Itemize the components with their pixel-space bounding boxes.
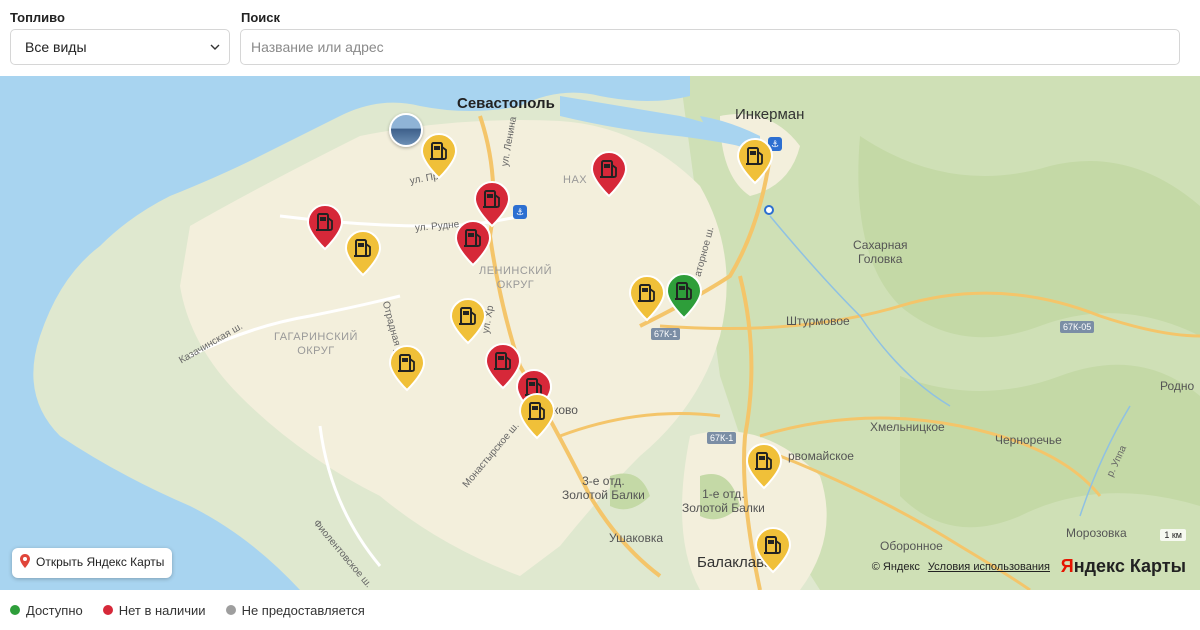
label-ushakovka: Ушаковка (609, 531, 664, 545)
legend-none-label: Нет в наличии (118, 602, 206, 618)
yandex-logo-letter: Я (1060, 556, 1074, 576)
fuel-pump-icon (454, 220, 492, 267)
bus-station-icon: ⚓ (513, 205, 527, 219)
label-rodnoe: Родно (1160, 379, 1195, 393)
fuel-select[interactable]: Все виды (10, 29, 230, 65)
fuel-pump-icon (754, 527, 792, 574)
label-pervomayskoe: рвомайское (788, 449, 854, 463)
location-pin-icon (20, 554, 30, 568)
open-yandex-maps-label: Открыть Яндекс Карты (36, 555, 165, 569)
label-chernorechye: Черноречье (995, 433, 1062, 447)
filters-bar: Топливо Все виды Поиск (0, 0, 1200, 76)
copyright: © Яндекс Условия использования (872, 561, 1050, 573)
fuel-pump-icon (665, 273, 703, 320)
yandex-logo-text: ндекс Карты (1073, 556, 1186, 576)
label-sakharnaya: Сахарная Головка (853, 238, 908, 266)
fuel-pump-icon (628, 275, 666, 322)
fuel-pump-icon (736, 138, 774, 185)
road-badge: 67К-1 (707, 432, 737, 444)
legend-none: Нет в наличии (102, 602, 206, 618)
fuel-station-pin-none[interactable] (305, 203, 345, 251)
fuel-pump-icon (344, 230, 382, 277)
label-nakhimovsky: НАХ (563, 174, 588, 186)
chevron-down-icon (210, 44, 220, 50)
fuel-station-pin-none[interactable] (453, 219, 493, 267)
label-sevastopol: Севастополь (457, 95, 555, 112)
photo-marker[interactable] (389, 113, 423, 147)
legend: Доступно Нет в наличии Не предоставляетс… (0, 590, 1200, 630)
label-zolotaya-3: 3-е отд. Золотой Балки (562, 474, 645, 502)
fuel-station-pin-partial[interactable] (343, 229, 383, 277)
terms-link[interactable]: Условия использования (928, 561, 1050, 573)
none-dot-icon (102, 605, 113, 615)
map[interactable]: Севастополь Инкерман Сахарная Головка Шту… (0, 76, 1200, 590)
fuel-pump-icon (518, 393, 556, 440)
legend-available-label: Доступно (26, 602, 83, 618)
fuel-station-pin-partial[interactable] (753, 526, 793, 574)
road-badge: 67К-1 (651, 328, 681, 340)
transit-stop-icon (764, 205, 774, 215)
legend-not-provided: Не предоставляется (225, 602, 365, 618)
fuel-station-pin-available[interactable] (664, 272, 704, 320)
fuel-pump-icon (388, 345, 426, 392)
label-inkerman: Инкерман (735, 106, 805, 123)
fuel-pump-icon (590, 151, 628, 198)
label-morozovka: Морозовка (1066, 526, 1127, 540)
fuel-station-pin-partial[interactable] (419, 132, 459, 180)
label-shturmovoe: Штурмовое (786, 314, 850, 328)
yandex-maps-logo[interactable]: Яндекс Карты (1061, 556, 1186, 577)
search-label: Поиск (241, 10, 281, 25)
map-scale: 1 км (1160, 529, 1186, 541)
label-leninsky: ЛЕНИНСКИЙ ОКРУГ (479, 265, 553, 291)
available-dot-icon (10, 605, 20, 615)
not-provided-dot-icon (225, 605, 236, 615)
label-zolotaya-1: 1-е отд. Золотой Балки (682, 487, 765, 515)
fuel-label: Топливо (10, 10, 65, 25)
legend-available: Доступно (10, 603, 83, 618)
fuel-station-pin-partial[interactable] (448, 297, 488, 345)
label-oboronnoe: Оборонное (880, 539, 943, 553)
label-khmelnitskoe: Хмельницкое (870, 420, 945, 434)
fuel-station-pin-partial[interactable] (735, 137, 775, 185)
open-yandex-maps-button[interactable]: Открыть Яндекс Карты (12, 548, 173, 578)
label-gagarinsky: ГАГАРИНСКИЙ ОКРУГ (274, 331, 358, 357)
search-input[interactable] (240, 29, 1180, 65)
fuel-station-pin-none[interactable] (589, 150, 629, 198)
fuel-pump-icon (745, 443, 783, 490)
fuel-pump-icon (449, 298, 487, 345)
legend-not-provided-label: Не предоставляется (241, 602, 365, 618)
fuel-station-pin-partial[interactable] (387, 344, 427, 392)
fuel-station-pin-partial[interactable] (517, 392, 557, 440)
fuel-pump-icon (306, 204, 344, 251)
fuel-select-value: Все виды (25, 39, 87, 55)
fuel-pump-icon (420, 133, 458, 180)
road-badge: 67К-05 (1060, 321, 1095, 333)
fuel-station-pin-partial[interactable] (744, 442, 784, 490)
copyright-text: © Яндекс (871, 561, 920, 573)
fuel-station-pin-partial[interactable] (627, 274, 667, 322)
